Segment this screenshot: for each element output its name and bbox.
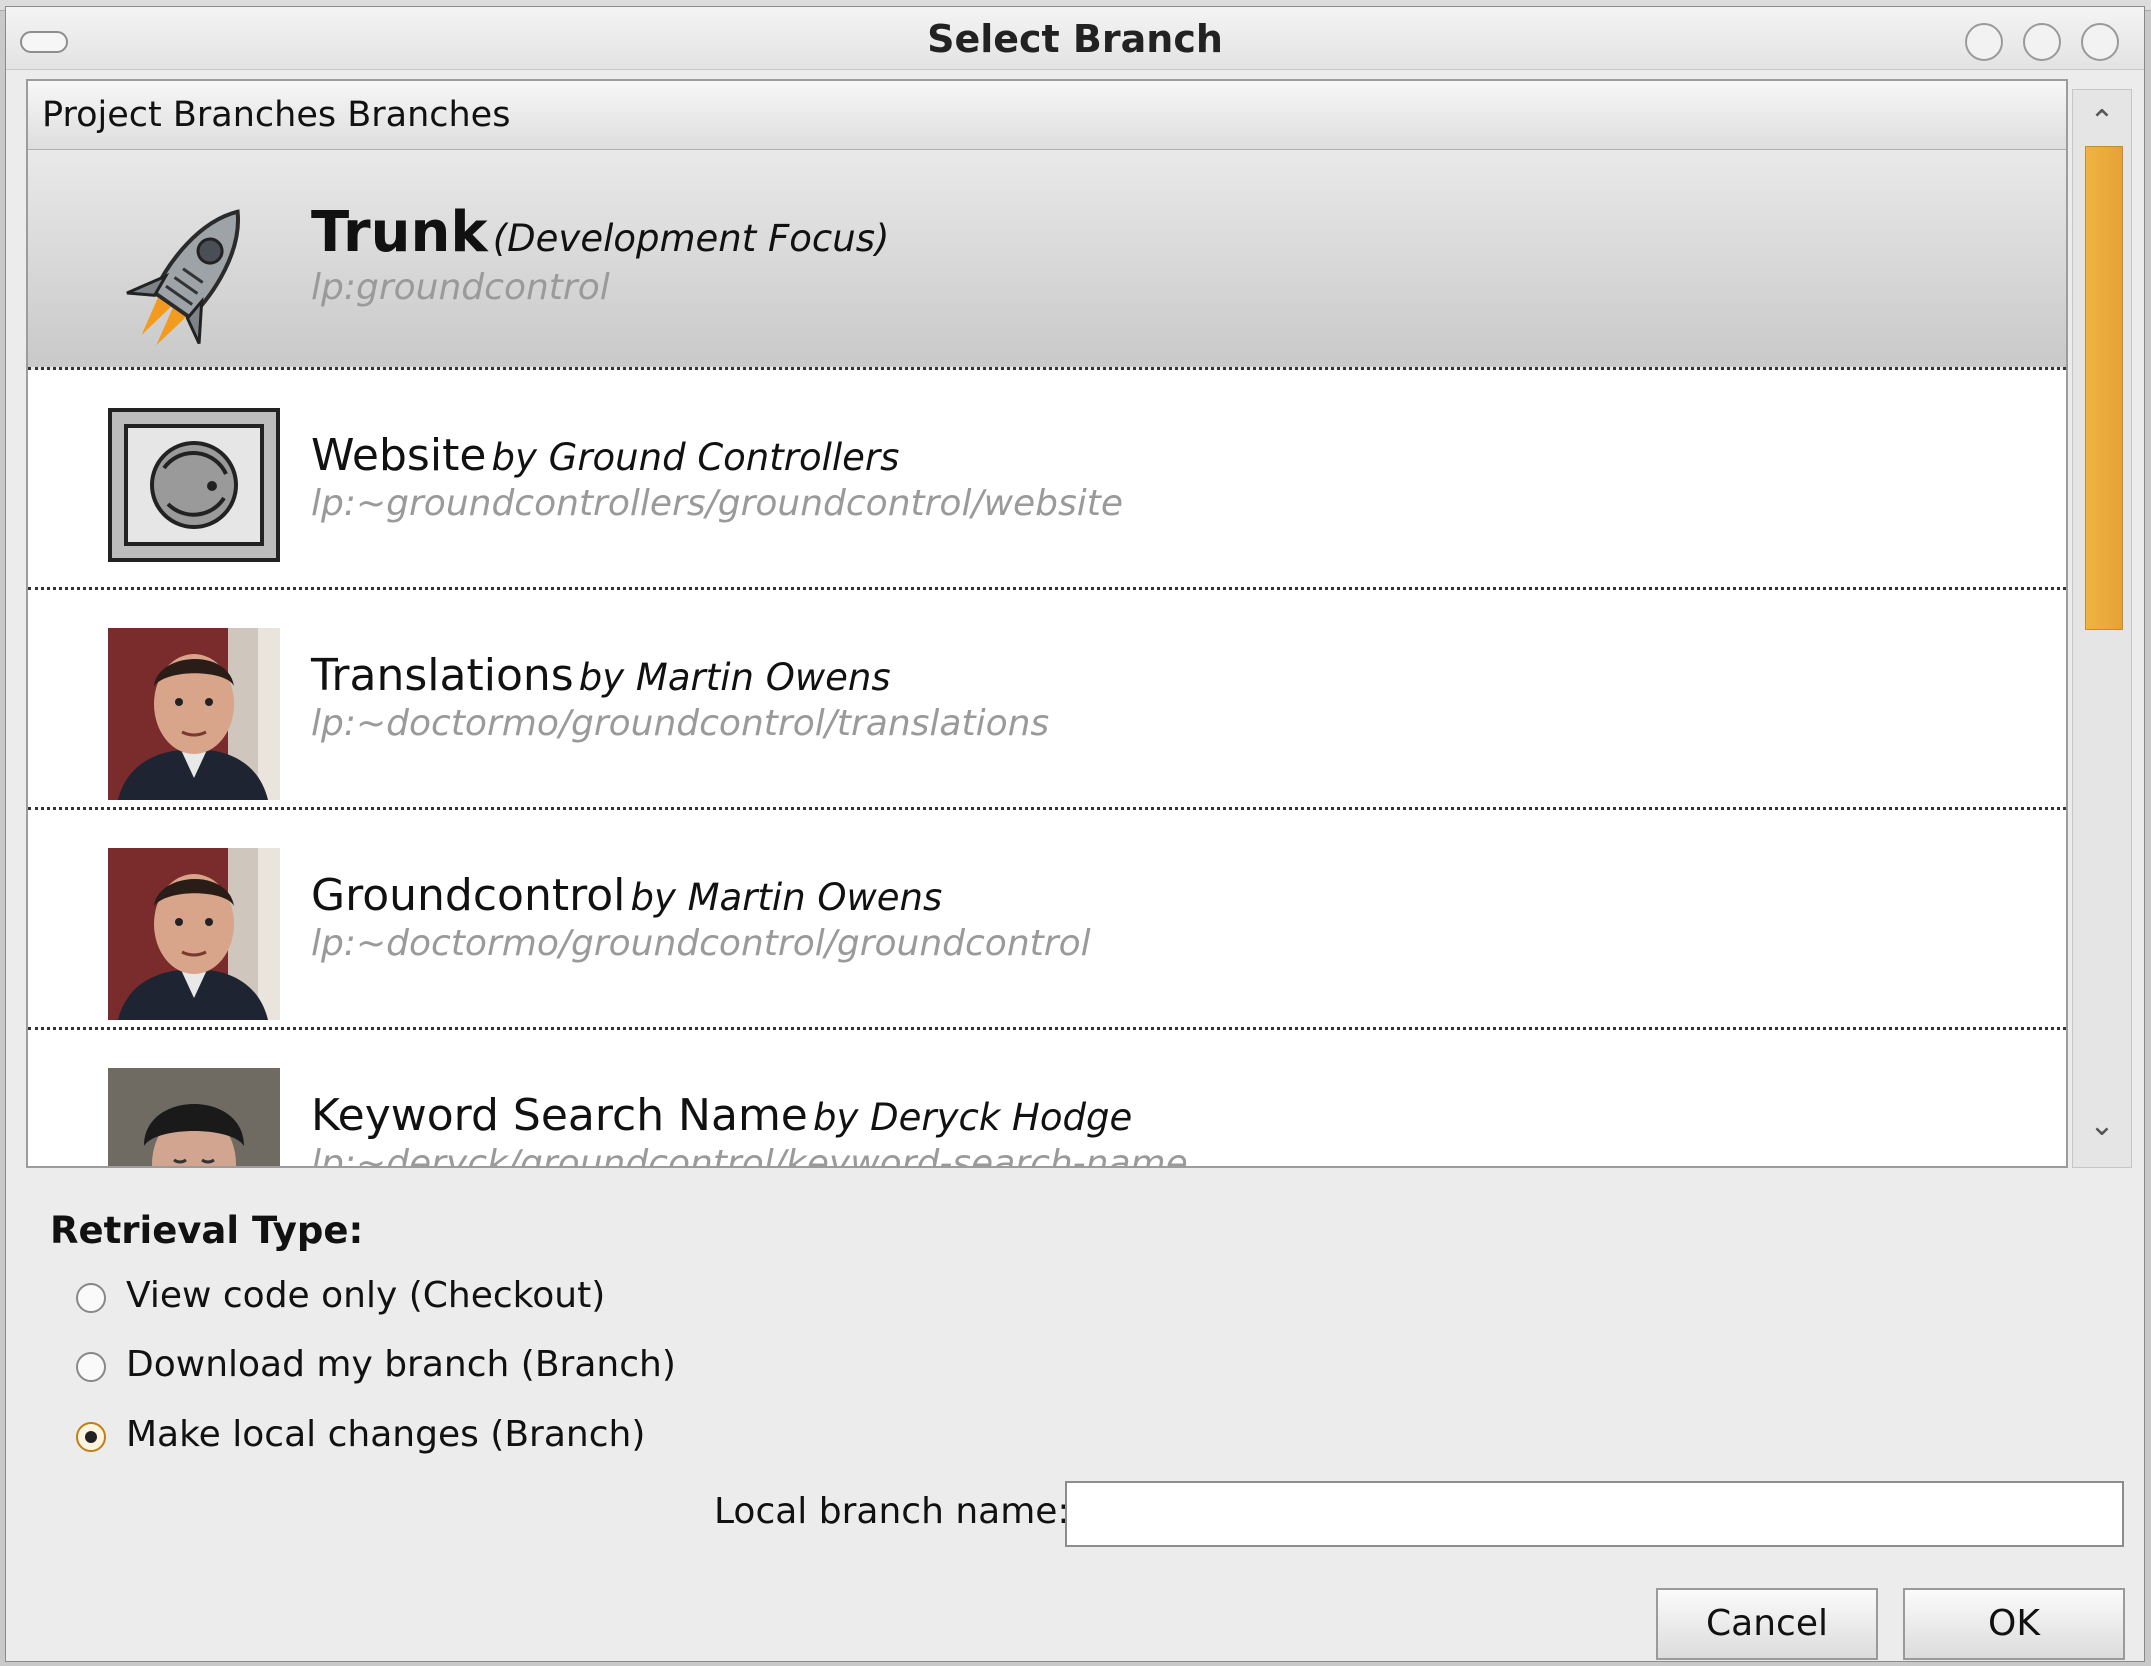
radio-label: View code only (Checkout) [126, 1275, 606, 1316]
select-branch-dialog: Select Branch Project Branches Branches [5, 6, 2145, 1662]
local-branch-name-input[interactable] [1065, 1481, 2124, 1547]
branch-row-groundcontrol[interactable]: Groundcontrol by Martin Owens lp:~doctor… [28, 810, 2066, 1030]
branch-url: lp:~groundcontrollers/groundcontrol/webs… [311, 483, 1124, 524]
minimize-button[interactable] [1965, 23, 2003, 61]
branch-owner: by Deryck Hodge [812, 1096, 1133, 1139]
branch-name: Translations [311, 650, 574, 701]
maximize-button[interactable] [2023, 23, 2061, 61]
branch-row-trunk[interactable]: Trunk (Development Focus) lp:groundcontr… [28, 150, 2066, 370]
window-title: Select Branch [927, 17, 1223, 61]
branch-row-text: Website by Ground Controllers lp:~ground… [311, 430, 1123, 524]
title-bar: Select Branch [6, 7, 2144, 70]
cancel-button[interactable]: Cancel [1656, 1588, 1878, 1660]
branch-url: lp:~doctormo/groundcontrol/groundcontrol [311, 923, 1091, 964]
branch-owner: by Martin Owens [578, 656, 891, 699]
scroll-down-icon[interactable]: ⌄ [2073, 1108, 2131, 1143]
avatar [108, 1068, 280, 1166]
branch-row-keyword-search-name[interactable]: Keyword Search Name by Deryck Hodge lp:~… [28, 1030, 2066, 1168]
team-logo-icon [108, 408, 280, 580]
rocket-icon [108, 188, 280, 360]
radio-button[interactable] [76, 1283, 106, 1313]
branch-url: lp:~doctormo/groundcontrol/translations [311, 703, 1050, 744]
radio-label: Make local changes (Branch) [126, 1414, 646, 1455]
retrieval-type-label: Retrieval Type: [50, 1209, 364, 1252]
avatar [108, 848, 280, 1020]
avatar [108, 628, 280, 800]
branch-list: Project Branches Branches Trunk (Develop… [26, 79, 2068, 1168]
branch-row-text: Trunk (Development Focus) lp:groundcontr… [311, 200, 889, 308]
radio-label: Download my branch (Branch) [126, 1344, 676, 1385]
branch-name: Trunk [311, 200, 488, 265]
list-scrollbar[interactable]: ⌃ ⌄ [2072, 89, 2132, 1168]
branch-owner: by Martin Owens [630, 876, 943, 919]
scroll-up-icon[interactable]: ⌃ [2073, 104, 2131, 139]
local-branch-name-label: Local branch name: [714, 1491, 1070, 1532]
branch-url: lp:groundcontrol [311, 267, 610, 308]
scroll-thumb[interactable] [2085, 146, 2123, 630]
branch-owner: (Development Focus) [492, 217, 890, 260]
close-button[interactable] [2081, 23, 2119, 61]
branch-name: Keyword Search Name [311, 1090, 808, 1141]
list-header: Project Branches Branches [28, 81, 2066, 150]
branch-name: Website [311, 430, 487, 481]
ok-button[interactable]: OK [1903, 1588, 2125, 1660]
branch-owner: by Ground Controllers [491, 436, 900, 479]
branch-row-text: Keyword Search Name by Deryck Hodge lp:~… [311, 1090, 1188, 1168]
branch-url: lp:~deryck/groundcontrol/keyword-search-… [311, 1143, 1188, 1168]
branch-row-translations[interactable]: Translations by Martin Owens lp:~doctorm… [28, 590, 2066, 810]
radio-button-selected[interactable] [76, 1422, 106, 1452]
radio-button[interactable] [76, 1352, 106, 1382]
branch-row-text: Translations by Martin Owens lp:~doctorm… [311, 650, 1049, 744]
branch-row-text: Groundcontrol by Martin Owens lp:~doctor… [311, 870, 1091, 964]
branch-name: Groundcontrol [311, 870, 626, 921]
branch-row-website[interactable]: Website by Ground Controllers lp:~ground… [28, 370, 2066, 590]
